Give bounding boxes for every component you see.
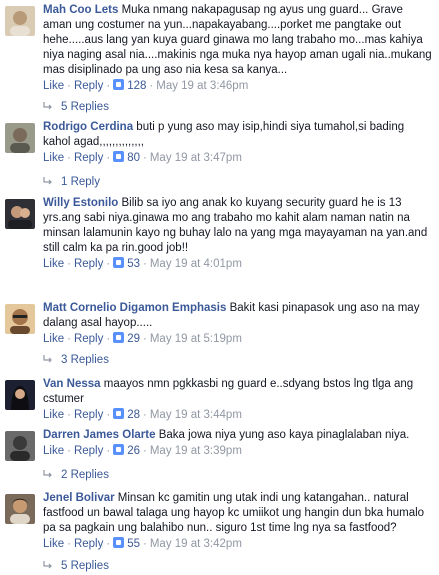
like-count[interactable]: 55	[127, 538, 140, 550]
comment-meta: Like · Reply · 55 · May 19 at 3:42pm	[43, 537, 242, 550]
comment-content: Mah Coo Lets Muka nmang nakapagusap ng a…	[43, 3, 433, 94]
replies-label: 3 Replies	[61, 354, 109, 366]
reply-link[interactable]: Reply	[74, 258, 103, 270]
view-replies-link[interactable]: 5 Replies	[43, 559, 109, 574]
like-link[interactable]: Like	[43, 409, 64, 421]
view-replies-link[interactable]: 3 Replies	[43, 353, 109, 368]
reply-link[interactable]: Reply	[74, 445, 103, 457]
like-link[interactable]: Like	[43, 258, 64, 270]
reply-arrow-icon	[43, 561, 52, 569]
timestamp[interactable]: May 19 at 3:46pm	[156, 80, 248, 92]
like-count-icon	[113, 332, 125, 343]
comment-text: Baka jowa niya yung aso kaya pinaglalaba…	[158, 429, 410, 441]
comment-meta: Like · Reply · 26 · May 19 at 3:39pm	[43, 444, 242, 457]
reply-link[interactable]: Reply	[74, 409, 103, 421]
like-count-icon	[113, 79, 125, 90]
avatar[interactable]	[5, 304, 35, 334]
comment-author[interactable]: Jenel Bolivar	[43, 492, 115, 504]
timestamp[interactable]: May 19 at 3:44pm	[150, 409, 242, 421]
comment-meta: Like · Reply · 29 · May 19 at 5:19pm	[43, 332, 242, 345]
reply-link[interactable]: Reply	[74, 333, 103, 345]
comment-author[interactable]: Matt Cornelio Digamon Emphasis	[43, 302, 226, 314]
like-link[interactable]: Like	[43, 152, 64, 164]
comment-content: Jenel Bolivar Minsan kc gamitin ung utak…	[43, 491, 433, 552]
reply-link[interactable]: Reply	[74, 152, 103, 164]
view-replies-link[interactable]: 5 Replies	[43, 100, 109, 115]
like-link[interactable]: Like	[43, 333, 64, 345]
like-count[interactable]: 80	[127, 152, 140, 164]
view-replies-link[interactable]: 1 Reply	[43, 175, 100, 190]
timestamp[interactable]: May 19 at 4:01pm	[150, 258, 242, 270]
like-count[interactable]: 29	[127, 333, 140, 345]
timestamp[interactable]: May 19 at 3:47pm	[150, 152, 242, 164]
like-count[interactable]: 53	[127, 258, 140, 270]
comment-meta: Like · Reply · 53 · May 19 at 4:01pm	[43, 257, 242, 270]
like-link[interactable]: Like	[43, 80, 64, 92]
timestamp[interactable]: May 19 at 3:39pm	[150, 445, 242, 457]
comment-author[interactable]: Van Nessa	[43, 378, 101, 390]
like-count-icon	[113, 151, 125, 162]
reply-arrow-icon	[43, 177, 52, 185]
comment-content: Darren James Olarte Baka jowa niya yung …	[43, 428, 433, 459]
reply-link[interactable]: Reply	[74, 80, 103, 92]
avatar[interactable]	[5, 199, 35, 229]
avatar[interactable]	[5, 494, 35, 524]
avatar[interactable]	[5, 123, 35, 153]
comment-content: Willy Estonilo Bilib sa iyo ang anak ko …	[43, 196, 433, 272]
comment-author[interactable]: Mah Coo Lets	[43, 4, 118, 16]
view-replies-link[interactable]: 2 Replies	[43, 468, 109, 483]
like-count[interactable]: 28	[127, 409, 140, 421]
avatar[interactable]	[5, 6, 35, 36]
comment-author[interactable]: Darren James Olarte	[43, 429, 156, 441]
avatar[interactable]	[5, 380, 35, 410]
avatar[interactable]	[5, 431, 35, 461]
reply-link[interactable]: Reply	[74, 538, 103, 550]
like-link[interactable]: Like	[43, 538, 64, 550]
timestamp[interactable]: May 19 at 3:42pm	[150, 538, 242, 550]
like-count-icon	[113, 257, 125, 268]
comment-feed: Mah Coo Lets Muka nmang nakapagusap ng a…	[0, 0, 439, 575]
replies-label: 2 Replies	[61, 469, 109, 481]
like-count[interactable]: 26	[127, 445, 140, 457]
reply-arrow-icon	[43, 355, 52, 363]
comment-meta: Like · Reply · 128 · May 19 at 3:46pm	[43, 79, 249, 92]
like-count-icon	[113, 408, 125, 419]
comment-content: Matt Cornelio Digamon Emphasis Bakit kas…	[43, 301, 433, 347]
replies-label: 5 Replies	[61, 560, 109, 572]
comment-meta: Like · Reply · 28 · May 19 at 3:44pm	[43, 408, 242, 421]
comment-content: Van Nessa maayos nmn pgkkasbi ng guard e…	[43, 377, 433, 423]
reply-arrow-icon	[43, 470, 52, 478]
replies-label: 5 Replies	[61, 101, 109, 113]
timestamp[interactable]: May 19 at 5:19pm	[150, 333, 242, 345]
comment-author[interactable]: Rodrigo Cerdina	[43, 121, 133, 133]
like-link[interactable]: Like	[43, 445, 64, 457]
replies-label: 1 Reply	[61, 176, 100, 188]
comment-meta: Like · Reply · 80 · May 19 at 3:47pm	[43, 151, 242, 164]
comment-author[interactable]: Willy Estonilo	[43, 197, 118, 209]
like-count-icon	[113, 537, 125, 548]
like-count[interactable]: 128	[127, 80, 146, 92]
reply-arrow-icon	[43, 102, 52, 110]
comment-content: Rodrigo Cerdina buti p yung aso may isip…	[43, 120, 433, 166]
like-count-icon	[113, 444, 125, 455]
